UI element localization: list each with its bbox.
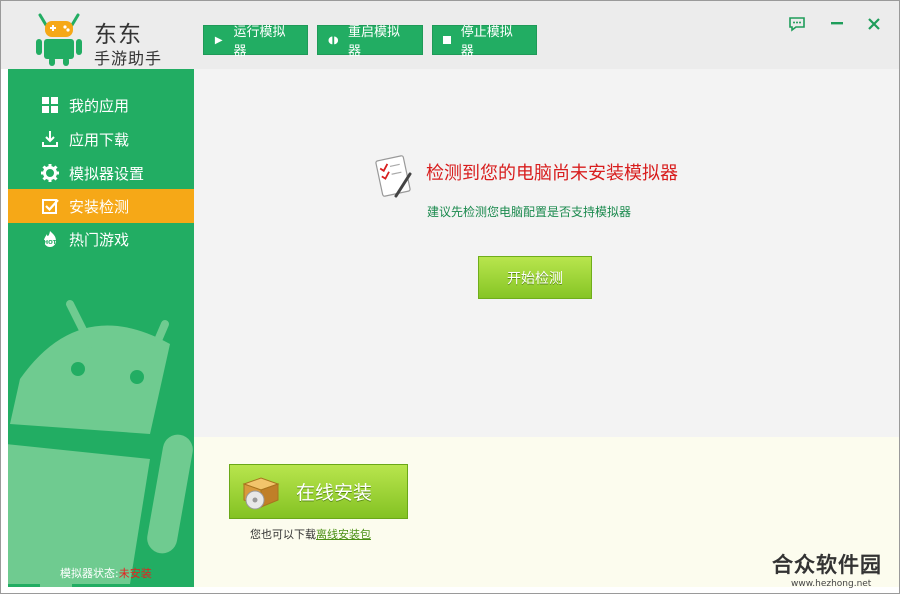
watermark-name: 合众软件园 bbox=[772, 553, 882, 577]
play-icon: ▶ bbox=[214, 34, 223, 46]
sidebar: 我的应用 应用下载 模拟器设置 安装检测 HOT 热门游戏 模拟器状态:未安装 bbox=[8, 69, 194, 587]
sidebar-item-hot-games[interactable]: HOT 热门游戏 bbox=[8, 222, 194, 256]
offline-prefix: 您也可以下载 bbox=[250, 528, 316, 541]
sidebar-item-label: 模拟器设置 bbox=[69, 164, 145, 183]
sidebar-item-emulator-settings[interactable]: 模拟器设置 bbox=[8, 156, 194, 190]
online-install-button[interactable]: 在线安装 bbox=[229, 464, 408, 519]
offline-package-link[interactable]: 离线安装包 bbox=[316, 528, 371, 541]
hot-icon: HOT bbox=[41, 230, 59, 248]
restart-emulator-label: 重启模拟器 bbox=[348, 25, 401, 59]
logo-icon bbox=[36, 13, 82, 66]
grid-icon bbox=[41, 96, 59, 114]
package-disc-icon bbox=[242, 476, 280, 509]
stop-icon bbox=[443, 36, 451, 44]
run-emulator-label: 运行模拟器 bbox=[233, 25, 286, 59]
stop-emulator-button[interactable]: 停止模拟器 bbox=[432, 25, 537, 59]
feedback-icon[interactable] bbox=[786, 13, 808, 35]
minimize-icon[interactable] bbox=[826, 13, 848, 35]
detection-panel: 检测到您的电脑尚未安装模拟器 建议先检测您电脑配置是否支持模拟器 开始检测 bbox=[194, 69, 899, 437]
detection-headline: 检测到您的电脑尚未安装模拟器 bbox=[426, 163, 678, 184]
run-emulator-button[interactable]: ▶ 运行模拟器 bbox=[203, 25, 308, 59]
sidebar-item-label: 安装检测 bbox=[69, 197, 130, 216]
close-icon[interactable] bbox=[863, 13, 885, 35]
brand-subtitle: 手游助手 bbox=[94, 49, 163, 68]
emulator-status-label: 模拟器状态: bbox=[60, 567, 119, 580]
restart-icon: ◖◗ bbox=[328, 34, 339, 46]
checklist-document-icon bbox=[375, 155, 412, 198]
main-content: 检测到您的电脑尚未安装模拟器 建议先检测您电脑配置是否支持模拟器 开始检测 在线… bbox=[194, 69, 899, 587]
sidebar-item-install-check[interactable]: 安装检测 bbox=[8, 189, 194, 223]
offline-download-line: 您也可以下载离线安装包 bbox=[250, 526, 371, 542]
sidebar-item-label: 热门游戏 bbox=[69, 230, 130, 249]
watermark-url: www.hezhong.net bbox=[791, 579, 872, 589]
online-install-label: 在线安装 bbox=[296, 482, 373, 504]
sidebar-item-label: 我的应用 bbox=[69, 96, 130, 115]
download-icon bbox=[41, 130, 59, 148]
sidebar-item-label: 应用下载 bbox=[69, 130, 130, 149]
emulator-status-value: 未安装 bbox=[118, 567, 152, 580]
title-bar[interactable]: 东东 手游助手 ▶ 运行模拟器 ◖◗ 重启模拟器 停止模拟器 bbox=[1, 1, 899, 69]
android-watermark-icon bbox=[8, 300, 193, 587]
emulator-status: 模拟器状态:未安装 bbox=[60, 565, 152, 581]
sidebar-item-app-download[interactable]: 应用下载 bbox=[8, 122, 194, 156]
detection-subline: 建议先检测您电脑配置是否支持模拟器 bbox=[427, 205, 632, 219]
restart-emulator-button[interactable]: ◖◗ 重启模拟器 bbox=[317, 25, 423, 59]
gear-icon bbox=[41, 164, 59, 182]
start-detection-button[interactable]: 开始检测 bbox=[478, 256, 592, 299]
sidebar-item-my-apps[interactable]: 我的应用 bbox=[8, 88, 194, 122]
app-window: 东东 手游助手 ▶ 运行模拟器 ◖◗ 重启模拟器 停止模拟器 我的应用 应用下载… bbox=[0, 0, 900, 594]
svg-text:HOT: HOT bbox=[43, 240, 56, 246]
stop-emulator-label: 停止模拟器 bbox=[460, 25, 513, 59]
checkbox-icon bbox=[41, 197, 59, 215]
brand-name: 东东 bbox=[94, 22, 142, 48]
